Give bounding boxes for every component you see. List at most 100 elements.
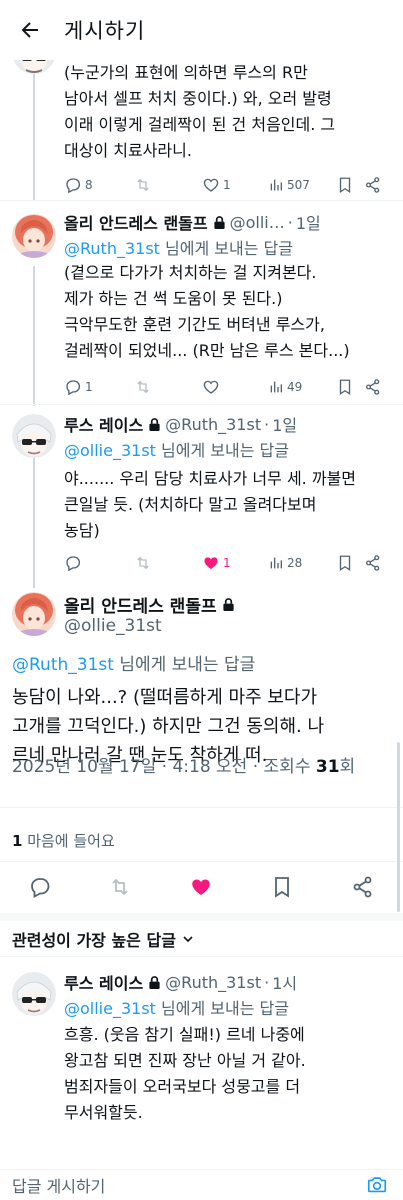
like-button[interactable] [202,377,220,397]
like-total: 1 [12,832,23,850]
lock-icon [223,598,234,611]
bookmark-icon [275,877,289,898]
scrollbar[interactable] [397,742,400,912]
handle[interactable]: @olli… [230,213,285,232]
replying-suffix: 님에게 보내는 답글 [113,655,256,675]
reply-icon [31,878,50,899]
display-name[interactable]: 올리 안드레스 랜돌프 [64,210,208,234]
share-icon [365,555,380,571]
handle[interactable]: @Ruth_31st [165,415,261,434]
reply-header: 올리 안드레스 랜돌프 @olli… · 1일 [64,210,321,234]
heart-icon [203,178,219,192]
back-button[interactable] [18,18,42,42]
section-gap [0,913,403,921]
repost-button[interactable] [108,874,132,900]
camera-button[interactable] [366,1174,388,1200]
arrow-left-icon [21,22,38,38]
mention-link[interactable]: @ollie_31st [64,999,156,1018]
view-count: 49 [287,380,303,394]
share-button[interactable] [364,377,382,397]
bookmark-button[interactable] [336,377,354,397]
bar-chart-icon [270,179,282,191]
main-post-header: 올리 안드레스 랜돌프 [64,592,239,617]
lock-icon [149,975,160,989]
avatar[interactable] [12,972,56,1016]
repost-button[interactable] [134,175,152,195]
bookmark-button[interactable] [336,175,354,195]
reply-button[interactable]: 1 [64,377,93,397]
display-name[interactable]: 루스 레이스 [64,412,143,436]
replying-to: @ollie_31st 님에게 보내는 답글 [64,995,289,1019]
display-name[interactable]: 루스 레이스 [64,970,143,994]
like-label: 마음에 들어요 [22,832,115,850]
page-title: 게시하기 [64,19,146,43]
separator-dot: · [264,972,270,992]
share-button[interactable] [364,553,382,573]
like-count: 1 [223,556,231,570]
replying-to: @ollie_31st 님에게 보내는 답글 [64,437,289,461]
sort-label: 관련성이 가장 높은 답글 [12,931,176,950]
repost-icon [112,878,128,896]
lock-icon [149,417,160,431]
likes-summary[interactable]: 1 마음에 들어요 [12,830,115,851]
reply-text: (누군가의 표현에 의하면 루스의 R만 남아서 셀프 처치 중이다.) 와, … [64,63,336,160]
display-name[interactable]: 올리 안드레스 랜돌프 [64,592,217,617]
bookmark-button[interactable] [336,553,354,573]
repost-icon [137,380,149,394]
like-button[interactable]: 1 [202,175,231,195]
reply-icon [66,556,81,572]
timestamp[interactable]: 1일 [296,210,321,234]
repost-button[interactable] [134,377,152,397]
views-button[interactable]: 28 [268,553,302,573]
sort-replies-toggle[interactable]: 관련성이 가장 높은 답글 [12,927,196,951]
post-meta: 2025년 10월 17일 · 4:18 오전 · 조회수 31회 [12,752,355,777]
reply-actions: 1 49 [64,377,394,397]
thread-line [33,60,35,200]
reply-input[interactable] [12,1173,352,1199]
reply-button[interactable] [64,553,82,573]
share-icon [365,379,380,395]
reply-icon [66,178,81,194]
share-icon [365,177,380,193]
reply-text: 야....... 우리 담당 치료사가 너무 세. 까불면 큰일날 듯. (처치… [64,469,357,540]
handle[interactable]: @Ruth_31st [165,973,261,992]
reply-compose-bar [0,1169,403,1200]
share-button[interactable] [364,175,382,195]
avatar[interactable] [12,214,56,258]
share-button[interactable] [351,874,375,900]
replying-to: @Ruth_31st 님에게 보내는 답글 [64,235,293,259]
repost-button[interactable] [134,553,152,573]
bookmark-icon [339,555,351,572]
reply-header: 루스 레이스 @Ruth_31st · 1일 [64,412,297,436]
like-button[interactable]: 1 [202,553,231,573]
replying-suffix: 님에게 보내는 답글 [155,441,289,460]
timestamp[interactable]: 1시 [272,970,297,994]
timestamp[interactable]: 1일 [272,412,297,436]
separator-dot: · [287,212,293,232]
bookmark-button[interactable] [270,874,294,900]
replying-suffix: 님에게 보내는 답글 [155,999,289,1018]
reply-button[interactable] [28,874,52,900]
avatar[interactable] [12,592,56,636]
replying-to: @Ruth_31st 님에게 보내는 답글 [12,650,255,675]
chevron-down-icon [183,936,193,943]
handle[interactable]: @ollie_31st [64,616,162,636]
replying-suffix: 님에게 보내는 답글 [159,239,293,258]
post-date[interactable]: 2025년 10월 17일 · 4:18 오전 · 조회수 [12,757,316,777]
repost-icon [137,556,149,570]
views-button[interactable]: 507 [268,175,310,195]
avatar[interactable] [12,414,56,458]
views-button[interactable]: 49 [268,377,302,397]
separator-dot: · [264,414,270,434]
like-button[interactable] [189,874,213,900]
bookmark-icon [339,177,351,194]
reply-button[interactable]: 8 [64,175,93,195]
like-count: 1 [223,178,231,192]
heart-icon [204,557,218,569]
mention-link[interactable]: @ollie_31st [64,441,156,460]
mention-link[interactable]: @Ruth_31st [64,239,160,258]
mention-link[interactable]: @Ruth_31st [12,655,114,675]
reply-count: 1 [85,380,93,394]
heart-icon [192,879,210,895]
top-bar: 게시하기 [0,0,403,60]
